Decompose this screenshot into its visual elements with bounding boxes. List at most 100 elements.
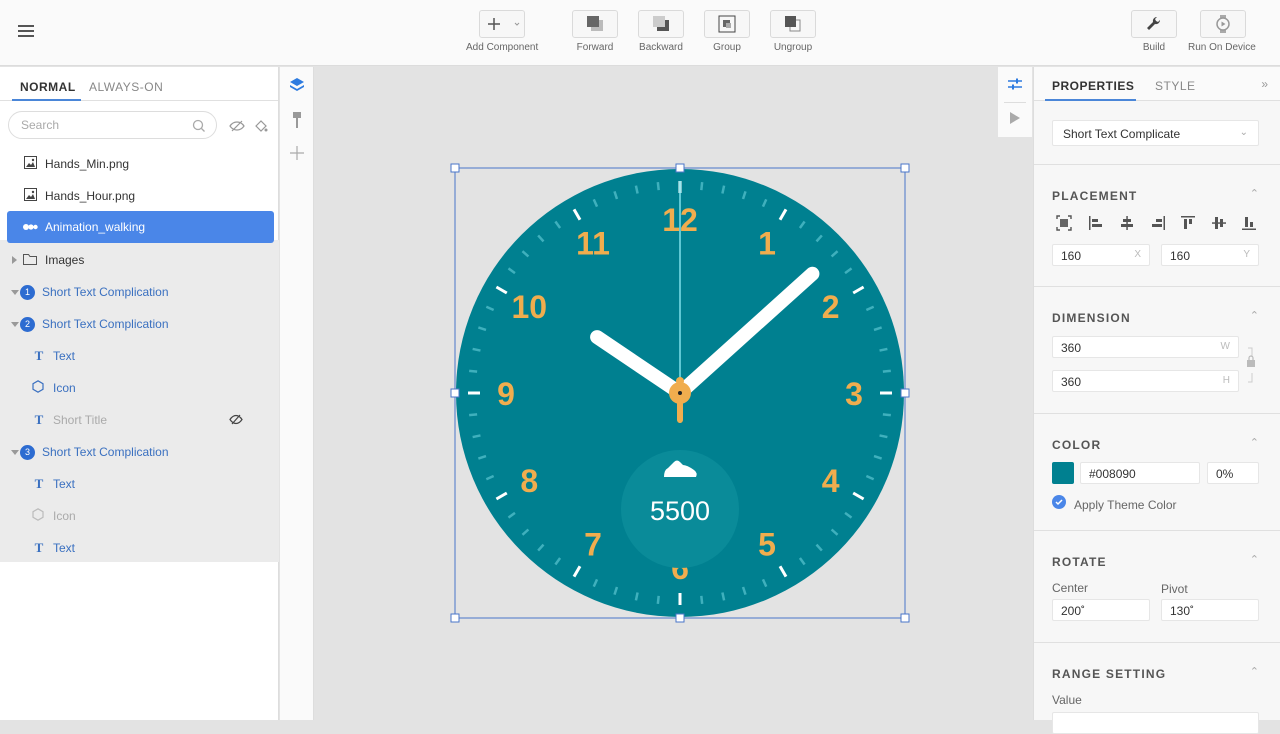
resize-handle[interactable]	[900, 388, 910, 398]
tab-style[interactable]: STYLE	[1155, 79, 1196, 93]
ungroup-button[interactable]: Ungroup	[770, 10, 816, 53]
minor-tick	[721, 592, 726, 601]
complication-value: 5500	[650, 496, 710, 526]
group-icon	[704, 10, 750, 38]
tab-properties[interactable]: PROPERTIES	[1052, 79, 1134, 93]
align-center-horizontal-icon[interactable]	[1119, 215, 1135, 236]
add-icon[interactable]	[289, 145, 305, 166]
chevron-up-icon[interactable]: ⌃	[1250, 665, 1259, 678]
image-icon	[24, 156, 37, 172]
hide-icon[interactable]	[229, 119, 245, 137]
layer-tabs: NORMAL ALWAYS-ON	[0, 67, 278, 101]
paint-bucket-icon[interactable]	[254, 119, 268, 137]
watch-play-icon	[1199, 10, 1246, 38]
brush-icon[interactable]	[289, 111, 305, 134]
height-field[interactable]: 360 H	[1052, 370, 1239, 392]
watch-face[interactable]: 1212345678910115500	[315, 67, 1032, 720]
layer-complication-3[interactable]: 3 Short Text Complication	[0, 436, 279, 468]
right-tool-strip	[998, 67, 1032, 137]
tab-normal[interactable]: NORMAL	[20, 80, 76, 94]
component-type-select[interactable]: Short Text Complicate ⌄	[1052, 120, 1259, 146]
chevron-up-icon[interactable]: ⌃	[1250, 553, 1259, 566]
align-middle-vertical-icon[interactable]	[1211, 215, 1227, 236]
tab-always-on[interactable]: ALWAYS-ON	[89, 80, 163, 94]
range-setting-section: RANGE SETTING ⌃	[1034, 642, 1280, 722]
sliders-icon[interactable]	[1007, 77, 1023, 96]
align-bottom-icon[interactable]	[1241, 215, 1257, 236]
layer-hands-hour[interactable]: Hands_Hour.png	[0, 180, 279, 212]
color-opacity-field[interactable]: 0%	[1207, 462, 1259, 484]
layer-icon[interactable]: Icon	[0, 372, 279, 404]
active-tab-indicator	[12, 99, 81, 101]
hour-numeral: 8	[520, 463, 538, 499]
backward-button[interactable]: Backward	[638, 10, 684, 53]
layer-complication-1[interactable]: 1 Short Text Complication	[0, 276, 279, 308]
resize-handle[interactable]	[900, 613, 910, 623]
collapse-caret-icon[interactable]	[11, 321, 19, 327]
rotate-center-field[interactable]: 200˚	[1052, 599, 1150, 621]
rotate-pivot-field[interactable]: 130˚	[1161, 599, 1259, 621]
align-right-icon[interactable]	[1150, 215, 1166, 236]
align-fit-icon[interactable]	[1056, 215, 1072, 236]
collapse-caret-icon[interactable]	[11, 449, 19, 455]
chevron-up-icon[interactable]: ⌃	[1250, 436, 1259, 449]
resize-handle[interactable]	[675, 163, 685, 173]
apply-theme-color-checkbox[interactable]: Apply Theme Color	[1052, 495, 1177, 514]
layer-text[interactable]: T Text	[0, 532, 279, 564]
hamburger-icon[interactable]	[18, 25, 34, 39]
hour-numeral: 5	[758, 527, 776, 563]
layer-text[interactable]: T Text	[0, 468, 279, 500]
color-hex-field[interactable]: #008090	[1080, 462, 1200, 484]
play-icon[interactable]	[1009, 111, 1021, 130]
forward-button[interactable]: Forward	[572, 10, 618, 53]
layer-images-folder[interactable]: Images	[0, 244, 279, 276]
resize-handle[interactable]	[450, 163, 460, 173]
hour-numeral: 9	[497, 376, 515, 412]
active-tab-indicator	[1045, 99, 1136, 101]
resize-handle[interactable]	[450, 388, 460, 398]
collapse-caret-icon[interactable]	[11, 289, 19, 295]
layers-icon[interactable]	[289, 77, 305, 98]
hidden-eye-icon[interactable]	[229, 414, 243, 428]
search-icon[interactable]	[192, 119, 206, 138]
align-left-icon[interactable]	[1088, 215, 1104, 236]
layer-text[interactable]: T Text	[0, 340, 279, 372]
layer-short-title[interactable]: T Short Title	[0, 404, 279, 436]
chevron-up-icon[interactable]: ⌃	[1250, 309, 1259, 322]
send-backward-icon	[638, 10, 684, 38]
run-on-device-button[interactable]: Run On Device	[1188, 10, 1256, 53]
properties-panel: PROPERTIES STYLE » Short Text Complicate…	[1033, 67, 1280, 734]
x-position-field[interactable]: 160 X	[1052, 244, 1150, 266]
search-input[interactable]	[21, 118, 191, 132]
center-pin	[678, 391, 682, 395]
minor-tick	[882, 369, 891, 373]
align-top-icon[interactable]	[1180, 215, 1196, 236]
color-swatch[interactable]	[1052, 462, 1074, 484]
complication-badge: 1	[20, 284, 35, 300]
hexagon-icon	[32, 380, 44, 396]
layer-icon[interactable]: Icon	[0, 500, 279, 532]
expand-caret-icon[interactable]	[12, 256, 17, 264]
resize-handle[interactable]	[450, 613, 460, 623]
hexagon-icon	[32, 508, 44, 524]
build-button[interactable]: Build	[1131, 10, 1177, 53]
width-field[interactable]: 360 W	[1052, 336, 1239, 358]
y-position-field[interactable]: 160 Y	[1161, 244, 1259, 266]
layer-hands-min[interactable]: Hands_Min.png	[0, 148, 279, 180]
group-button[interactable]: Group	[704, 10, 750, 53]
add-component-button[interactable]: Add Component	[466, 10, 538, 53]
collapse-panel-icon[interactable]: »	[1261, 77, 1268, 91]
layer-animation-walking[interactable]: Animation_walking	[7, 211, 274, 243]
chevron-up-icon[interactable]: ⌃	[1250, 187, 1259, 200]
divider	[1004, 102, 1026, 103]
bring-forward-icon	[572, 10, 618, 38]
layer-complication-2[interactable]: 2 Short Text Complication	[0, 308, 279, 340]
aspect-lock-icon[interactable]	[1244, 347, 1258, 388]
range-value-select[interactable]	[1052, 712, 1259, 734]
resize-handle[interactable]	[900, 163, 910, 173]
folder-icon	[23, 253, 37, 268]
animation-icon	[23, 220, 39, 234]
design-canvas[interactable]: 1212345678910115500	[315, 67, 1032, 720]
resize-handle[interactable]	[675, 613, 685, 623]
hour-numeral: 7	[584, 527, 602, 563]
